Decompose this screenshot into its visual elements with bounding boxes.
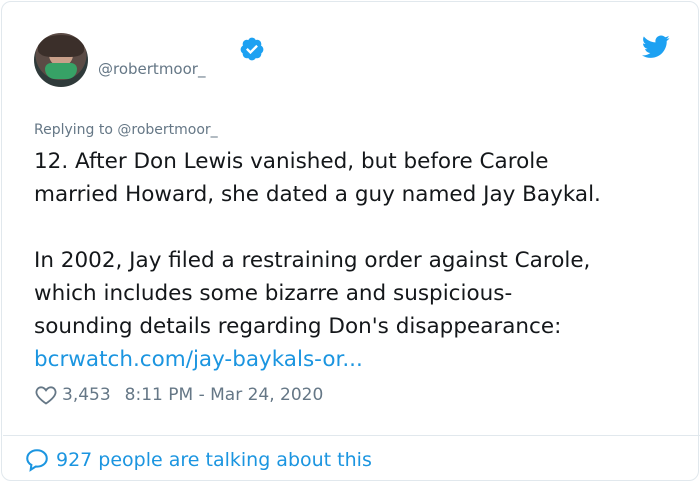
tweet-card: @robertmoor_ Replying to @robertmoor_ 12… [1,1,700,481]
avatar[interactable] [34,33,88,87]
tweet-line: 12. After Don Lewis vanished, but before… [34,149,549,174]
author-handle[interactable]: @robertmoor_ [98,60,205,78]
avatar-mask [45,63,77,79]
like-count[interactable]: 3,453 [62,385,111,405]
tweet-meta: 3,453 8:11 PM - Mar 24, 2020 [34,382,323,408]
tweet-line: which includes some bizarre and suspicio… [34,281,513,306]
conversation-link[interactable]: 927 people are talking about this [24,446,372,474]
divider [3,435,700,436]
speech-bubble-icon [26,449,48,472]
tweet-line: sounding details regarding Don's disappe… [34,314,562,339]
replying-to-label[interactable]: Replying to @robertmoor_ [34,122,218,138]
tweet-line: married Howard, she dated a guy named Ja… [34,182,601,207]
timestamp[interactable]: 8:11 PM - Mar 24, 2020 [125,385,324,405]
talking-label: 927 people are talking about this [56,449,372,471]
avatar-hair [38,35,84,57]
twitter-bird-icon[interactable] [642,35,670,59]
heart-icon[interactable] [34,383,58,407]
verified-badge-icon [240,37,264,61]
tweet-line: In 2002, Jay filed a restraining order a… [34,248,591,273]
tweet-link[interactable]: bcrwatch.com/jay-baykals-or... [34,343,684,376]
tweet-text: 12. After Don Lewis vanished, but before… [34,145,684,376]
